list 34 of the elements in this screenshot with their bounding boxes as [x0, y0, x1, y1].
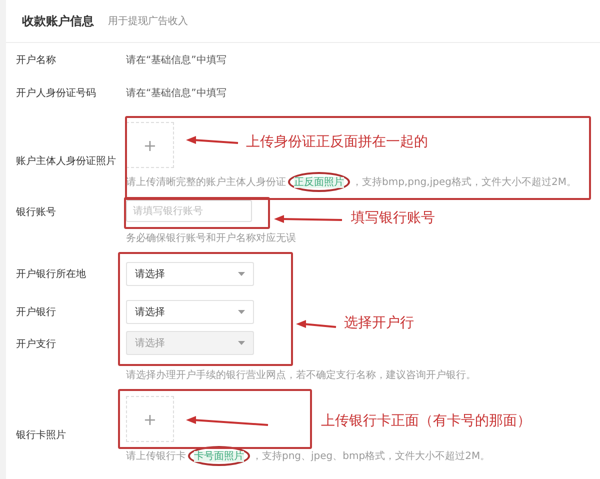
field-value: 请在“基础信息”中填写 [126, 86, 226, 100]
caret-icon [238, 272, 245, 276]
hint-text: 务必确保银行账号和开户名称对应无误 [126, 232, 296, 245]
annotation-arrow [274, 215, 342, 223]
annotation-arrow [186, 136, 238, 144]
caret-icon [238, 341, 245, 345]
annotation-text: 选择开户行 [344, 314, 414, 332]
field-label: 开户人身份证号码 [16, 86, 97, 100]
caret-icon [238, 310, 245, 314]
upload-box[interactable]: + [126, 122, 174, 168]
select-dropdown[interactable]: 请选择 [126, 300, 254, 324]
field-label: 银行卡照片 [16, 428, 67, 442]
upload-box[interactable]: + [126, 396, 174, 442]
hint-link[interactable]: 正反面照片 [294, 177, 344, 188]
section-title: 收款账户信息 [22, 12, 94, 30]
section-subtitle: 用于提现广告收入 [108, 14, 188, 28]
field-label: 开户银行 [16, 306, 57, 319]
input-field[interactable]: 请填写银行账号 [126, 200, 252, 222]
field-label: 银行账号 [16, 206, 57, 219]
hint-text: ，支持bmp,png,jpeg格式，文件大小不超过2M。 [352, 176, 576, 189]
annotation-text: 上传银行卡正面（有卡号的那面） [321, 412, 531, 430]
field-value: 请在“基础信息”中填写 [126, 54, 226, 66]
field-label: 开户银行所在地 [16, 268, 87, 281]
annotation-text: 填写银行账号 [351, 209, 435, 227]
field-label: 开户名称 [16, 54, 57, 66]
hint-text: 请选择办理开户手续的银行营业网点，若不确定支行名称，建议咨询开户银行。 [126, 368, 476, 382]
field-label: 账户主体人身份证照片 [16, 154, 117, 168]
annotation-text: 上传身份证正反面拼在一起的 [246, 133, 428, 151]
hint-text: 请上传银行卡 [126, 450, 186, 463]
annotation-arrow [296, 320, 336, 328]
hint-link[interactable]: 卡号面照片 [194, 451, 244, 462]
select-dropdown[interactable]: 请选择 [126, 262, 254, 286]
field-label: 开户支行 [16, 338, 57, 351]
hint-text: ，支持png、jpeg、bmp格式，文件大小不超过2M。 [252, 450, 490, 463]
